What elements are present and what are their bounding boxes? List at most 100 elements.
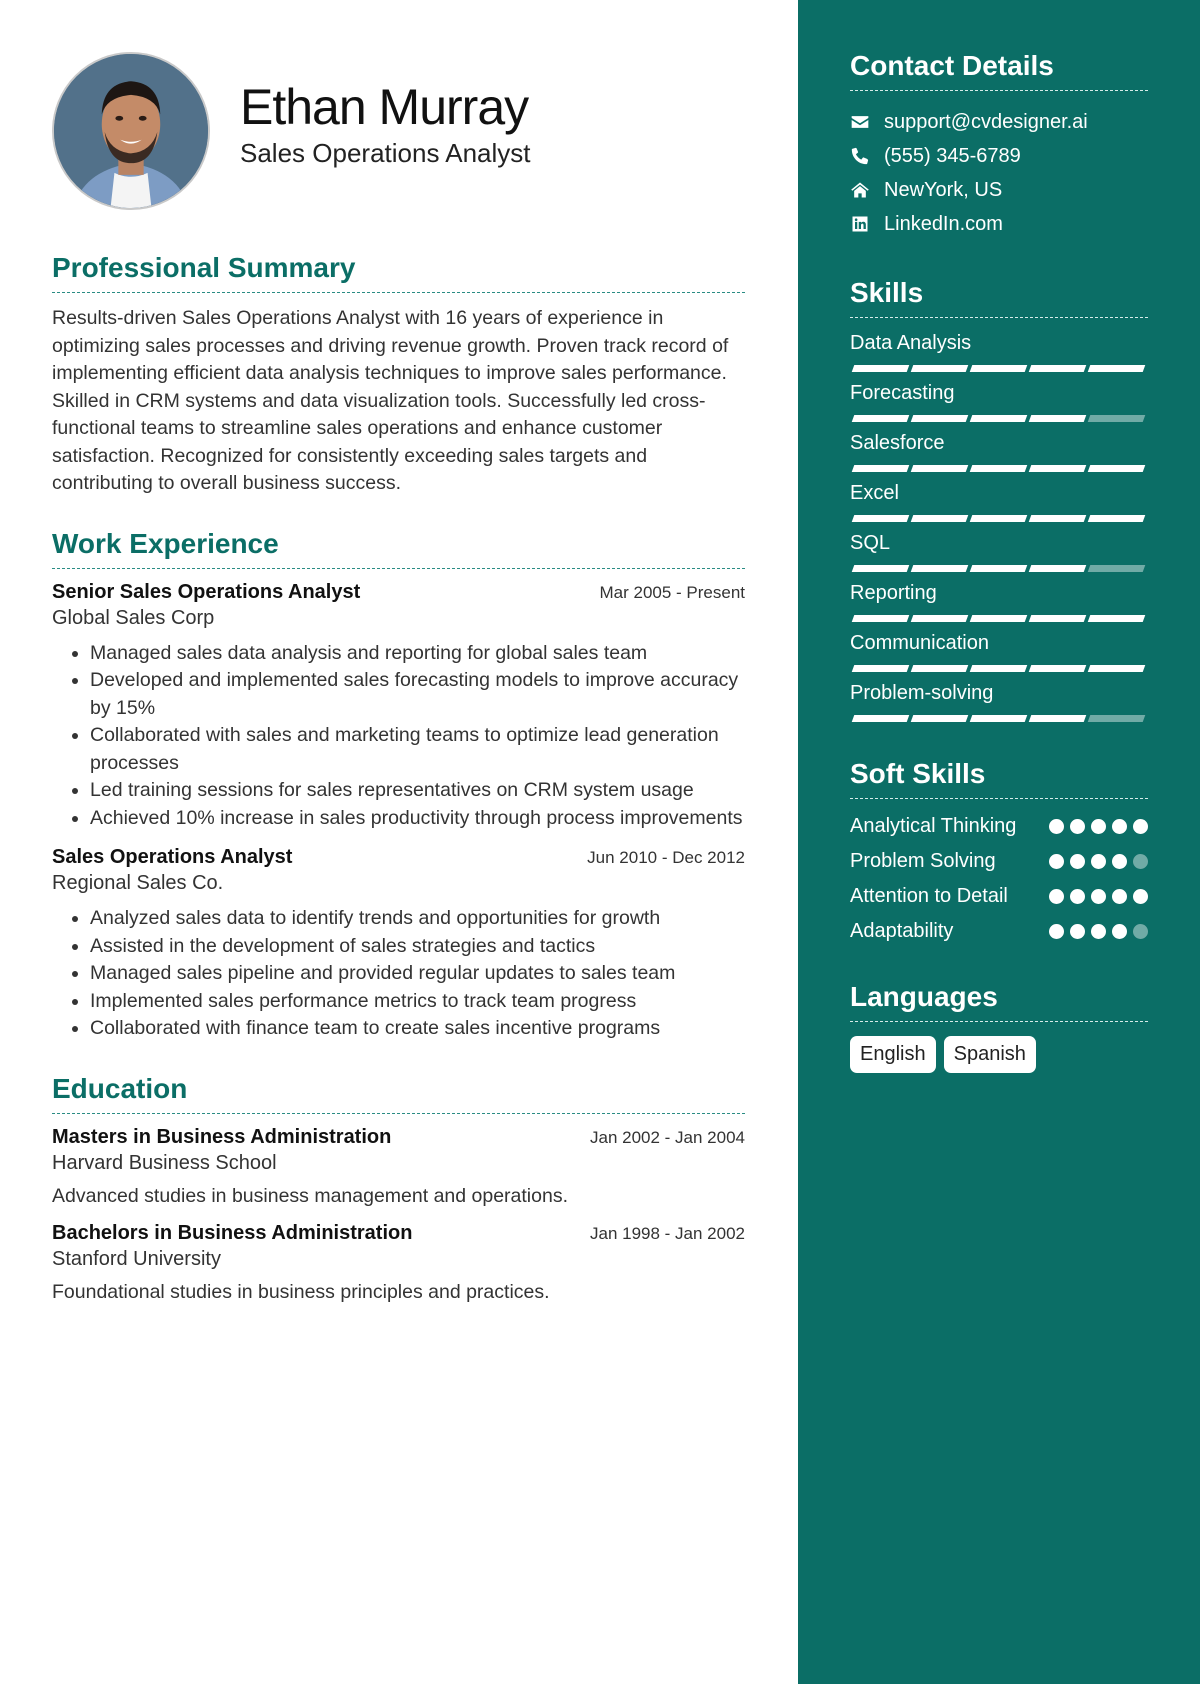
soft-skill-rating bbox=[1049, 848, 1148, 869]
soft-skill-rating bbox=[1049, 883, 1148, 904]
rating-bar-filled bbox=[851, 465, 910, 472]
linkedin-icon bbox=[850, 214, 884, 234]
job-header: Sales Operations Analyst Jun 2010 - Dec 2… bbox=[52, 846, 745, 869]
education-description: Foundational studies in business princip… bbox=[52, 1280, 550, 1303]
contact-item[interactable]: NewYork, US bbox=[850, 173, 1148, 207]
main-content: Professional Summary Results-driven Sale… bbox=[52, 252, 745, 1334]
soft-skill-name: Analytical Thinking bbox=[850, 815, 1017, 837]
soft-skill-item: Attention to Detail bbox=[850, 883, 1148, 910]
experience-section: Work Experience Senior Sales Operations … bbox=[52, 528, 745, 1043]
rating-dot-filled bbox=[1070, 924, 1085, 939]
language-tag: English bbox=[850, 1036, 936, 1073]
rating-bar-filled bbox=[1028, 415, 1087, 422]
rating-bar-filled bbox=[1028, 615, 1087, 622]
soft-skills-heading: Soft Skills bbox=[850, 758, 1148, 799]
contact-text: LinkedIn.com bbox=[884, 212, 1003, 235]
rating-bar-filled bbox=[910, 565, 969, 572]
phone-icon bbox=[850, 146, 884, 166]
main-column: Ethan Murray Sales Operations Analyst Pr… bbox=[0, 0, 798, 1684]
avatar-icon bbox=[54, 54, 208, 208]
skill-rating bbox=[850, 715, 1148, 722]
soft-skill-name: Problem Solving bbox=[850, 850, 996, 872]
skill-item: Communication bbox=[850, 632, 1148, 672]
job-bullet: Collaborated with sales and marketing te… bbox=[90, 722, 745, 777]
sidebar: Contact Details support@cvdesigner.ai (55… bbox=[798, 0, 1200, 1684]
job-bullet: Led training sessions for sales represen… bbox=[90, 777, 745, 805]
rating-bar-filled bbox=[851, 665, 910, 672]
rating-bar-filled bbox=[910, 365, 969, 372]
education-entry: Bachelors in Business Administration Jan … bbox=[52, 1222, 745, 1304]
soft-skill-name: Adaptability bbox=[850, 920, 954, 942]
job-bullet: Collaborated with finance team to create… bbox=[90, 1015, 745, 1043]
rating-dot-filled bbox=[1049, 889, 1064, 904]
degree-title: Masters in Business Administration bbox=[52, 1125, 392, 1148]
job-bullet: Implemented sales performance metrics to… bbox=[90, 988, 745, 1016]
rating-bar-filled bbox=[910, 515, 969, 522]
education-heading: Education bbox=[52, 1073, 745, 1114]
education-header: Masters in Business Administration Jan 20… bbox=[52, 1126, 745, 1149]
skill-name: Problem-solving bbox=[850, 682, 994, 704]
candidate-name: Ethan Murray bbox=[240, 79, 529, 135]
rating-bar-filled bbox=[1028, 565, 1087, 572]
languages-heading: Languages bbox=[850, 981, 1148, 1022]
skill-rating bbox=[850, 565, 1148, 572]
rating-bar-filled bbox=[851, 365, 910, 372]
contact-item[interactable]: LinkedIn.com bbox=[850, 207, 1148, 241]
skill-item: Forecasting bbox=[850, 382, 1148, 422]
rating-dot-filled bbox=[1133, 889, 1148, 904]
rating-dot-filled bbox=[1049, 819, 1064, 834]
skill-rating bbox=[850, 465, 1148, 472]
rating-bar-filled bbox=[1087, 515, 1146, 522]
rating-bar-filled bbox=[1087, 615, 1146, 622]
home-icon bbox=[850, 180, 884, 200]
school-name: Harvard Business School bbox=[52, 1151, 277, 1174]
rating-bar-filled bbox=[969, 565, 1028, 572]
job-title: Senior Sales Operations Analyst bbox=[52, 580, 361, 603]
skills-list: Data Analysis Forecasting Salesforce Excel S… bbox=[850, 332, 1148, 722]
job-company: Global Sales Corp bbox=[52, 606, 215, 629]
rating-bar-filled bbox=[1028, 715, 1087, 722]
rating-bar-filled bbox=[969, 665, 1028, 672]
contact-text: NewYork, US bbox=[884, 178, 1003, 201]
rating-dot-filled bbox=[1070, 819, 1085, 834]
job-bullet: Developed and implemented sales forecast… bbox=[90, 667, 745, 722]
experience-heading: Work Experience bbox=[52, 528, 745, 569]
rating-bar-filled bbox=[910, 665, 969, 672]
soft-skill-rating bbox=[1049, 813, 1148, 834]
skill-name: SQL bbox=[850, 532, 891, 554]
soft-skills-list: Analytical Thinking Problem Solving Attent… bbox=[850, 813, 1148, 945]
soft-skill-rating bbox=[1049, 918, 1148, 939]
skill-name: Data Analysis bbox=[850, 332, 972, 354]
rating-bar-filled bbox=[851, 415, 910, 422]
education-section: Education Masters in Business Administra… bbox=[52, 1073, 745, 1304]
skills-heading: Skills bbox=[850, 277, 1148, 318]
education-list: Masters in Business Administration Jan 20… bbox=[52, 1126, 745, 1304]
skill-item: SQL bbox=[850, 532, 1148, 572]
education-description: Advanced studies in business management … bbox=[52, 1184, 568, 1207]
rating-bar-filled bbox=[1087, 365, 1146, 372]
rating-bar-filled bbox=[969, 615, 1028, 622]
contact-item[interactable]: (555) 345-6789 bbox=[850, 139, 1148, 173]
contact-section: Contact Details support@cvdesigner.ai (55… bbox=[850, 50, 1148, 241]
rating-dot-filled bbox=[1049, 854, 1064, 869]
summary-section: Professional Summary Results-driven Sale… bbox=[52, 252, 745, 498]
skill-rating bbox=[850, 515, 1148, 522]
skill-item: Salesforce bbox=[850, 432, 1148, 472]
rating-bar-filled bbox=[969, 365, 1028, 372]
skill-rating bbox=[850, 615, 1148, 622]
rating-bar-filled bbox=[1028, 465, 1087, 472]
rating-bar-filled bbox=[1028, 515, 1087, 522]
rating-dot-filled bbox=[1133, 819, 1148, 834]
job-date: Jun 2010 - Dec 2012 bbox=[587, 848, 745, 867]
contact-heading: Contact Details bbox=[850, 50, 1148, 91]
rating-bar-filled bbox=[851, 515, 910, 522]
job-entry: Senior Sales Operations Analyst Mar 2005 … bbox=[52, 581, 745, 833]
candidate-title: Sales Operations Analyst bbox=[240, 138, 531, 168]
skill-name: Communication bbox=[850, 632, 989, 654]
rating-bar-filled bbox=[851, 615, 910, 622]
rating-bar-filled bbox=[910, 715, 969, 722]
contact-item[interactable]: support@cvdesigner.ai bbox=[850, 105, 1148, 139]
rating-bar-filled bbox=[1028, 665, 1087, 672]
job-title: Sales Operations Analyst bbox=[52, 846, 293, 868]
job-date: Mar 2005 - Present bbox=[599, 582, 745, 602]
